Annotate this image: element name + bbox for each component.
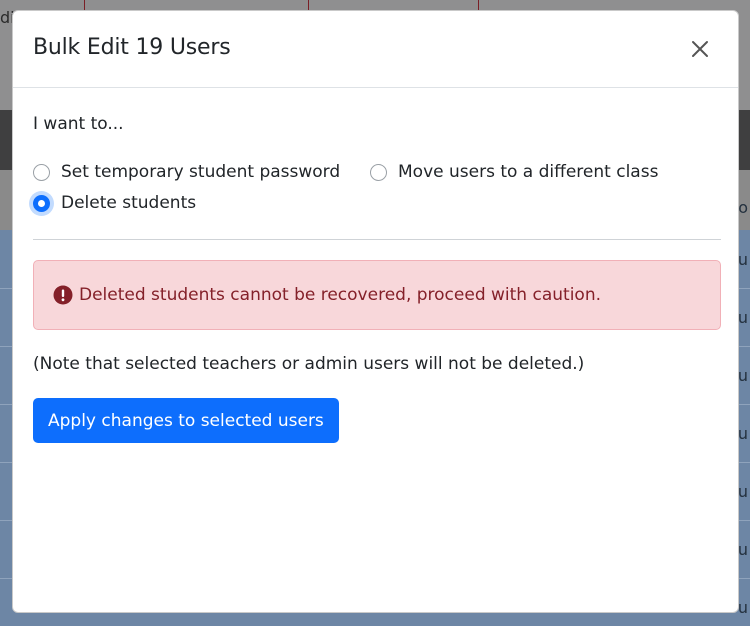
close-icon bbox=[692, 41, 708, 57]
background-text-fragment: u bbox=[737, 424, 748, 443]
option-label: Set temporary student password bbox=[61, 162, 341, 182]
danger-alert: Deleted students cannot be recovered, pr… bbox=[33, 260, 721, 330]
intro-label: I want to... bbox=[33, 114, 124, 134]
alert-text: Deleted students cannot be recovered, pr… bbox=[79, 285, 601, 305]
radio-button-checked[interactable] bbox=[33, 194, 50, 212]
apply-changes-button[interactable]: Apply changes to selected users bbox=[33, 398, 339, 443]
modal-title: Bulk Edit 19 Users bbox=[33, 35, 231, 60]
background-cell bbox=[308, 0, 479, 10]
radio-button[interactable] bbox=[370, 163, 387, 181]
background-text-fragment: u bbox=[737, 250, 748, 269]
divider bbox=[33, 239, 721, 240]
exclamation-circle-icon bbox=[53, 285, 73, 305]
background-text-fragment: u bbox=[737, 540, 748, 559]
option-label: Move users to a different class bbox=[398, 162, 659, 182]
close-button[interactable] bbox=[688, 37, 712, 61]
modal-header: Bulk Edit 19 Users bbox=[13, 11, 738, 88]
bulk-edit-modal: Bulk Edit 19 Users I want to... Set temp… bbox=[12, 10, 739, 613]
background-text-fragment: u bbox=[737, 366, 748, 385]
radio-button[interactable] bbox=[33, 163, 50, 181]
option-label: Delete students bbox=[61, 193, 197, 213]
option-move-users[interactable]: Move users to a different class bbox=[370, 162, 658, 182]
background-cell bbox=[84, 0, 309, 10]
option-set-temporary-password[interactable]: Set temporary student password bbox=[33, 162, 340, 182]
option-delete-students[interactable]: Delete students bbox=[33, 193, 196, 213]
note-text: (Note that selected teachers or admin us… bbox=[33, 354, 585, 374]
background-text-fragment: u bbox=[737, 598, 748, 617]
background-text-fragment: u bbox=[737, 308, 748, 327]
background-text-fragment: u bbox=[737, 482, 748, 501]
background-text-fragment: o bbox=[738, 198, 748, 217]
